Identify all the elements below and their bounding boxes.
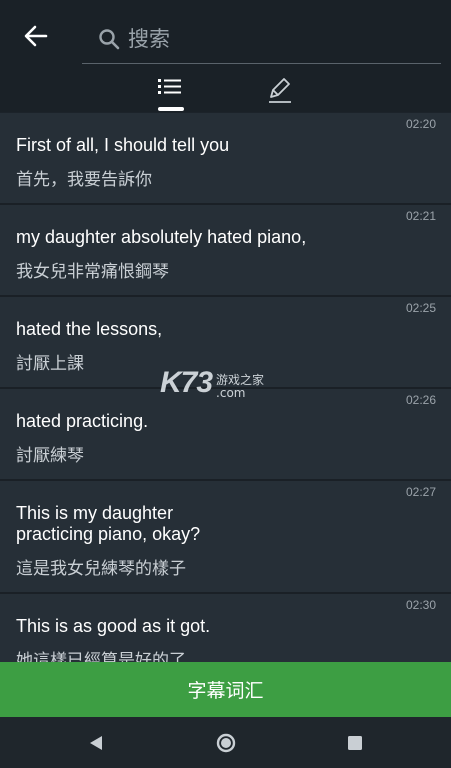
subtitle-timestamp: 02:20 — [405, 117, 436, 131]
subtitle-vocabulary-button[interactable]: 字幕词汇 — [0, 662, 451, 717]
subtitle-english: hated practicing. — [16, 411, 149, 431]
search-icon — [98, 28, 120, 50]
subtitle-chinese: 這是我女兒練琴的樣子 — [16, 559, 186, 579]
subtitle-row[interactable]: 02:20 First of all, I should tell you 首先… — [0, 113, 451, 205]
subtitle-chinese: 討厭練琴 — [16, 446, 84, 466]
subtitle-row[interactable]: 02:21 my daughter absolutely hated piano… — [0, 205, 451, 297]
system-nav-bar — [0, 717, 451, 768]
nav-recents-button[interactable] — [342, 730, 368, 756]
triangle-back-icon — [90, 736, 102, 750]
subtitle-english: hated the lessons, — [16, 319, 163, 339]
subtitle-chinese: 討厭上課 — [16, 354, 84, 374]
edit-icon — [269, 78, 291, 103]
subtitle-row[interactable]: 02:25 hated the lessons, 討厭上課 — [0, 297, 451, 389]
subtitle-list[interactable]: 02:20 First of all, I should tell you 首先… — [0, 113, 451, 662]
tab-edit[interactable] — [255, 76, 305, 112]
subtitle-row[interactable]: 02:27 This is my daughter practicing pia… — [0, 481, 451, 594]
subtitle-chinese: 我女兒非常痛恨鋼琴 — [16, 262, 169, 282]
nav-home-button[interactable] — [213, 730, 239, 756]
circle-home-icon — [216, 733, 236, 753]
subtitle-english: This is as good as it got. — [16, 616, 211, 636]
active-tab-indicator — [158, 107, 184, 111]
subtitle-english: my daughter absolutely hated piano, — [16, 227, 307, 247]
subtitle-timestamp: 02:27 — [405, 485, 436, 499]
back-arrow-icon — [24, 25, 48, 47]
subtitle-chinese: 她這樣已經算是好的了 — [16, 651, 186, 662]
nav-back-button[interactable] — [83, 730, 109, 756]
subtitle-timestamp: 02:30 — [405, 598, 436, 612]
top-bar — [0, 0, 451, 112]
subtitle-english: First of all, I should tell you — [16, 135, 230, 155]
subtitle-chinese: 首先，我要告訴你 — [16, 170, 152, 190]
search-input[interactable] — [128, 26, 408, 51]
square-recents-icon — [348, 736, 362, 750]
subtitle-timestamp: 02:25 — [405, 301, 436, 315]
subtitle-timestamp: 02:26 — [405, 393, 436, 407]
subtitle-row[interactable]: 02:30 This is as good as it got. 她這樣已經算是… — [0, 594, 451, 662]
subtitle-row[interactable]: 02:26 hated practicing. 討厭練琴 — [0, 389, 451, 481]
list-icon — [158, 79, 181, 94]
back-button[interactable] — [18, 20, 54, 52]
search-bar[interactable] — [82, 14, 441, 64]
subtitle-timestamp: 02:21 — [405, 209, 436, 223]
subtitle-english: This is my daughter practicing piano, ok… — [16, 503, 201, 544]
